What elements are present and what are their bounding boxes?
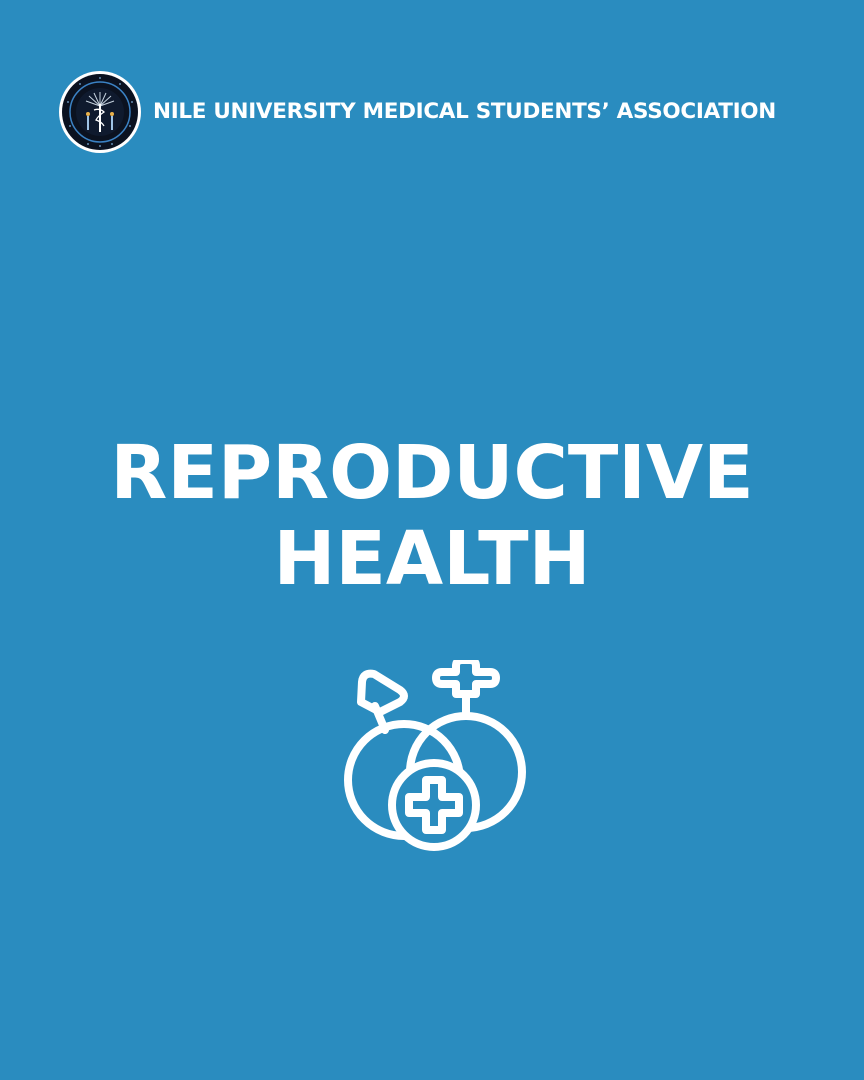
page-title: REPRODUCTIVE HEALTH — [0, 430, 864, 602]
title-line-1: REPRODUCTIVE — [110, 430, 754, 516]
reproductive-health-icon — [338, 660, 528, 860]
header: NILE UNIVERSITY MEDICAL STUDENTS’ ASSOCI… — [58, 70, 776, 154]
poster: NILE UNIVERSITY MEDICAL STUDENTS’ ASSOCI… — [0, 0, 864, 1080]
title-line-2: HEALTH — [273, 516, 591, 602]
seal-icon — [59, 71, 141, 153]
association-logo — [58, 70, 142, 154]
organization-name: NILE UNIVERSITY MEDICAL STUDENTS’ ASSOCI… — [153, 99, 776, 125]
